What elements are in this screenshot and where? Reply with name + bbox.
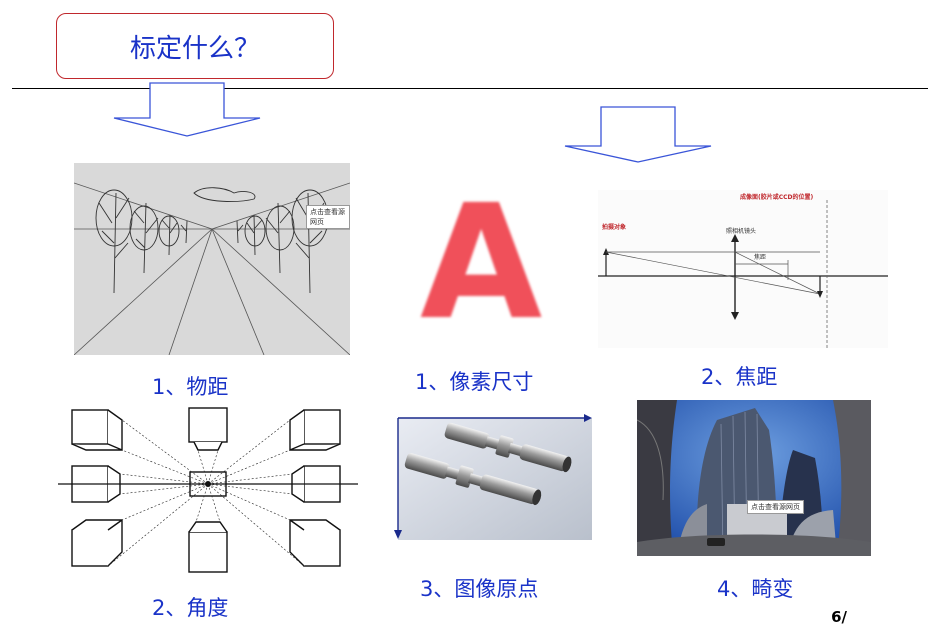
focal-label: 焦距 (754, 254, 767, 261)
page-title-box: 标定什么？ (56, 13, 334, 79)
label-focal-length: 2、焦距 (701, 365, 778, 389)
page-number: 6/ (831, 608, 847, 626)
fisheye-photo: 点击查看源网页 (637, 400, 871, 556)
down-arrow-right-icon (564, 106, 712, 163)
pixel-letter: A (420, 171, 543, 355)
sensor-plane-label: 成像面(胶片或CCD的位置) (740, 194, 814, 201)
image-origin-photo (392, 412, 592, 540)
road-sketch (74, 163, 350, 355)
view-source-tooltip-2[interactable]: 点击查看源网页 (747, 500, 804, 514)
pixelated-letter-image: A (420, 171, 543, 355)
label-angle: 2、角度 (152, 596, 229, 620)
fisheye-scene (637, 400, 871, 556)
shafts-photo (394, 414, 592, 540)
view-source-tooltip[interactable]: 点击查看源网页 (306, 205, 350, 229)
cube-perspective-image (58, 402, 358, 582)
lens-diagram (598, 200, 888, 348)
focal-length-diagram: 成像面(胶片或CCD的位置) 拍摄对象 照相机镜头 焦距 (598, 190, 888, 348)
page-title: 标定什么？ (129, 33, 260, 64)
cube-sketch (58, 407, 358, 573)
label-object-distance: 1、物距 (152, 375, 229, 399)
label-distortion: 4、畸变 (717, 577, 794, 601)
road-perspective-image: 点击查看源网页 (74, 163, 350, 355)
label-pixel-size: 1、像素尺寸 (415, 370, 534, 394)
down-arrow-left-icon (113, 82, 261, 137)
lens-label: 照相机镜头 (726, 228, 757, 235)
label-image-origin: 3、图像原点 (420, 577, 539, 601)
object-label: 拍摄对象 (602, 224, 627, 231)
